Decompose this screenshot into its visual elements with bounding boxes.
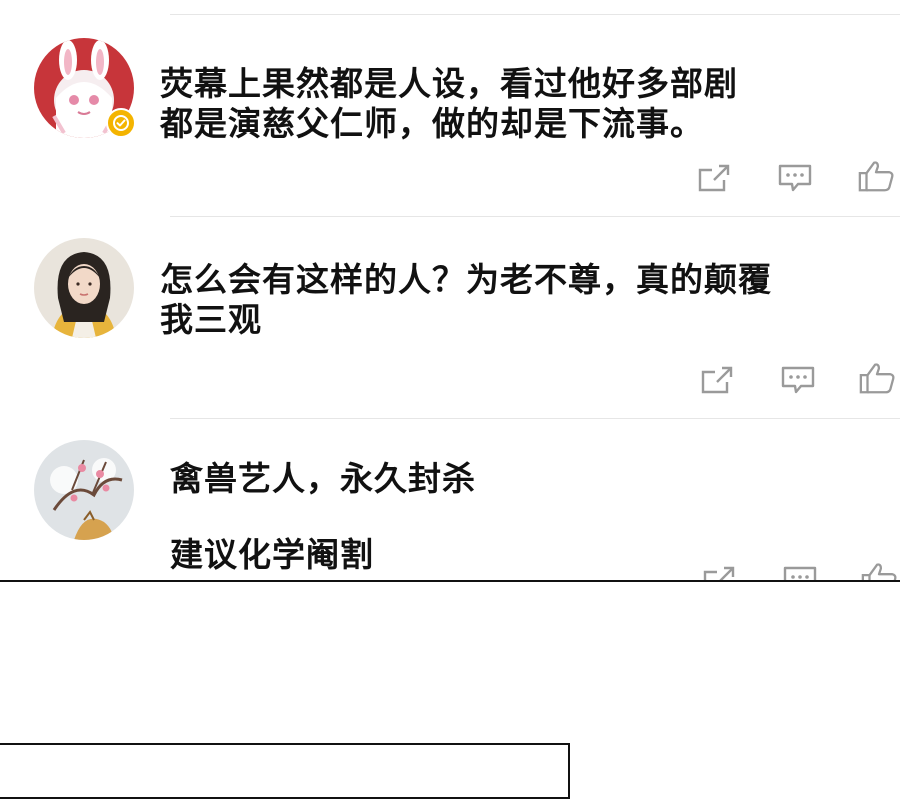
share-button[interactable] (700, 562, 738, 580)
reply-button[interactable] (781, 562, 819, 580)
like-button[interactable] (860, 560, 898, 580)
reply-button[interactable] (776, 160, 814, 196)
crop-border (0, 580, 900, 582)
share-button[interactable] (695, 160, 733, 196)
comment-text: 怎么会有这样的人？为老不尊，真的颠覆 我三观 (160, 260, 772, 339)
verified-badge-icon (106, 108, 136, 138)
share-button[interactable] (698, 362, 736, 398)
like-button[interactable] (857, 158, 895, 194)
avatar[interactable] (34, 238, 134, 338)
thumbs-up-icon (861, 563, 897, 580)
like-button[interactable] (858, 360, 896, 396)
avatar[interactable] (34, 440, 134, 540)
share-icon (698, 164, 730, 192)
thumbs-up-icon (858, 161, 894, 192)
comment-text: 荧幕上果然都是人设，看过他好多部剧 都是演慈父仁师，做的却是下流事。 (160, 64, 738, 143)
share-icon (701, 366, 733, 394)
thumbs-up-icon (859, 363, 895, 394)
share-icon (703, 566, 735, 580)
blank-input-box[interactable] (0, 743, 570, 799)
comment-icon (778, 164, 812, 192)
divider (170, 418, 900, 419)
comment-text: 禽兽艺人，永久封杀 建议化学阉割 (170, 459, 476, 574)
comment-icon (783, 566, 817, 580)
divider (170, 216, 900, 217)
divider (170, 14, 900, 15)
comment-icon (781, 366, 815, 394)
screenshot-stage: 荧幕上果然都是人设，看过他好多部剧 都是演慈父仁师，做的却是下流事。 怎么会有这… (0, 0, 900, 810)
comment-list: 荧幕上果然都是人设，看过他好多部剧 都是演慈父仁师，做的却是下流事。 怎么会有这… (0, 0, 900, 580)
reply-button[interactable] (779, 362, 817, 398)
